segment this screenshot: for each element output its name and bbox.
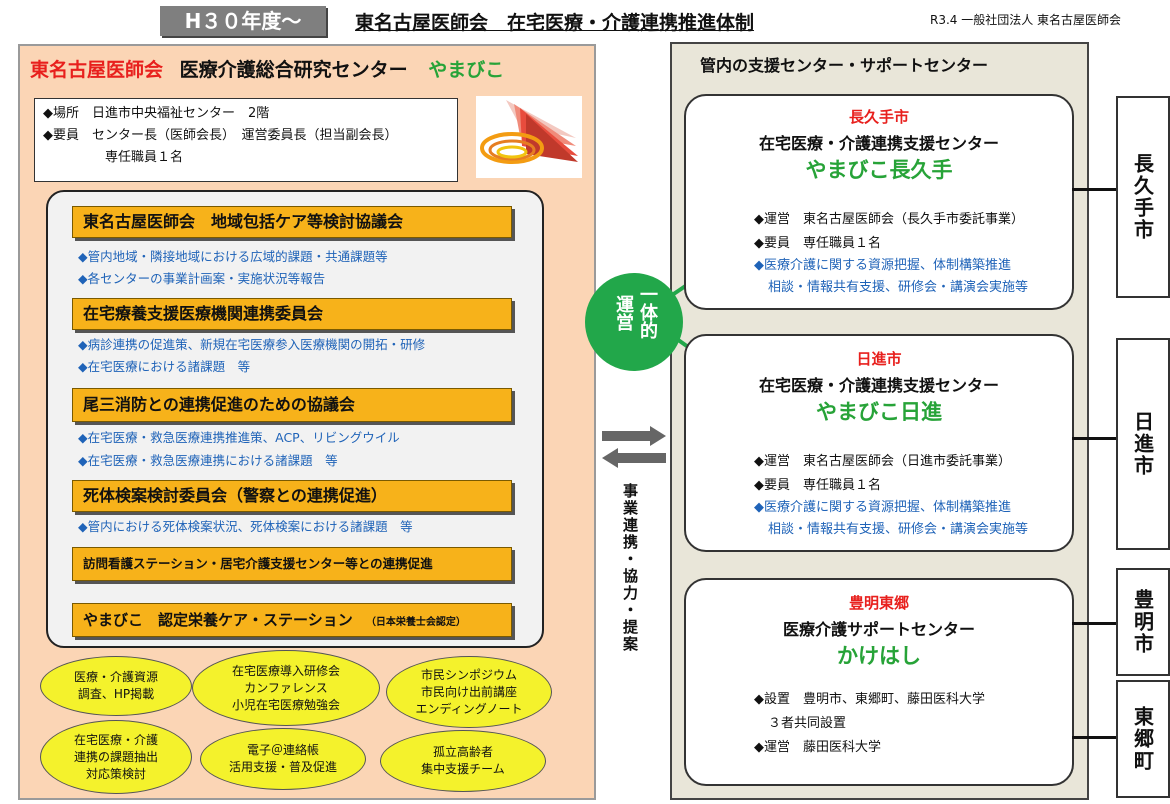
center-line: ◆要員 専任職員１名: [754, 236, 881, 251]
center-blue-line: ◆医療介護に関する資源把握、体制構築推進: [754, 258, 1011, 273]
info-box: ◆場所 日進市中央福祉センター 2階 ◆要員 センター長（医師会長） 運営委員長…: [34, 98, 458, 182]
support-center-nisshin: 日進市 在宅医療・介護連携支援センター やまびこ日進 ◆運営 東名古屋医師会（日…: [684, 334, 1074, 552]
activity-ellipse: 孤立高齢者 集中支援チーム: [380, 730, 546, 792]
circle-text-left: 運営: [613, 295, 634, 331]
side-label-nagakute: 長久手市: [1116, 96, 1170, 298]
committee-bullet: ◆各センターの事業計画案・実施状況等報告: [78, 271, 326, 286]
info-staff: ◆要員 センター長（医師会長） 運営委員長（担当副会長）: [43, 128, 398, 143]
committee-bar: 尾三消防との連携促進のための協議会: [72, 388, 512, 422]
activity-line: 連携の課題抽出: [73, 749, 158, 764]
committee-bullet: ◆在宅医療・救急医療連携推進策、ACP、リビングウイル: [78, 430, 400, 445]
activity-line: 在宅医療・介護: [73, 732, 158, 747]
activity-line: 孤立高齢者: [432, 745, 493, 759]
committee-bar: 在宅療養支援医療機関連携委員会: [72, 298, 512, 330]
activity-ellipse: 在宅医療・介護 連携の課題抽出 対応策検討: [40, 720, 192, 794]
committee-bullet: ◆在宅医療における諸課題 等: [78, 359, 251, 374]
info-staff-extra: 専任職員１名: [105, 150, 184, 165]
committee-bar: 死体検案検討委員会（警察との連携促進）: [72, 480, 512, 512]
year-badge: H３０年度～: [160, 6, 326, 36]
connector-line: [1072, 437, 1118, 440]
committee-bullet: ◆管内における死体検案状況、死体検案における諸課題 等: [78, 519, 413, 534]
connector-line: [1072, 188, 1118, 191]
committee-bar: 訪問看護ステーション・居宅介護支援センター等との連携促進: [72, 547, 512, 581]
side-label-nisshin: 日進市: [1116, 338, 1170, 550]
cooperation-label: 事業連携・協力・提案: [621, 483, 639, 653]
committee-bullet: ◆病診連携の促進策、新規在宅医療参入医療機関の開拓・研修: [78, 337, 426, 352]
activity-ellipse: 在宅医療導入研修会 カンファレンス 小児在宅医療勉強会: [192, 650, 380, 726]
support-center-nagakute: 長久手市 在宅医療・介護連携支援センター やまびこ長久手 ◆運営 東名古屋医師会…: [684, 94, 1074, 310]
side-label-toyoake: 豊明市: [1116, 568, 1170, 676]
center-blue-line: 相談・情報共有支援、研修会・講演会実施等: [768, 522, 1029, 537]
center-line: ◆要員 専任職員１名: [754, 478, 881, 493]
center-city: 長久手市: [848, 108, 909, 126]
activity-line: 医療・介護資源: [73, 670, 158, 684]
activity-line: 電子＠連絡帳: [246, 743, 319, 757]
activity-line: 市民シンポジウム: [420, 667, 517, 682]
nutrition-station-label: やまびこ 認定栄養ケア・ステーション: [83, 611, 353, 629]
circle-text-right: 一体的: [637, 285, 658, 339]
center-name: かけはし: [837, 644, 921, 668]
unified-operation-circle: 運営 一体的: [585, 273, 683, 371]
support-center-toyoake-togo: 豊明東郷 医療介護サポートセンター かけはし ◆設置 豊明市、東郷町、藤田医科大…: [684, 578, 1074, 786]
activity-line: 市民向け出前講座: [420, 684, 517, 699]
center-line: ◆運営 東名古屋医師会（日進市委託事業）: [754, 454, 1011, 469]
activity-line: 調査、HP掲載: [77, 687, 155, 701]
left-panel-title: 東名古屋医師会 医療介護総合研究センター やまびこ: [30, 55, 504, 82]
right-panel-title: 管内の支援センター・サポートセンター: [700, 56, 989, 75]
center-blue-line: ◆医療介護に関する資源把握、体制構築推進: [754, 500, 1011, 515]
org-name: 東名古屋医師会: [30, 59, 164, 81]
page-title: 東名古屋医師会 在宅医療・介護連携推進体制: [355, 12, 755, 34]
activity-ellipse: 電子＠連絡帳 活用支援・普及促進: [200, 728, 366, 790]
yamabiko-logo-icon: [476, 96, 582, 178]
committee-bar: 東名古屋医師会 地域包括ケア等検討協議会: [72, 206, 512, 238]
center-type: 在宅医療・介護連携支援センター: [758, 134, 999, 153]
activity-ellipse: 医療・介護資源 調査、HP掲載: [40, 656, 192, 716]
center-city: 日進市: [856, 350, 902, 368]
center-name: やまびこ日進: [816, 400, 942, 424]
info-location: ◆場所 日進市中央福祉センター 2階: [43, 106, 270, 121]
activity-line: 活用支援・普及促進: [228, 760, 337, 774]
center-city: 豊明東郷: [848, 594, 909, 612]
connector-line: [1072, 622, 1118, 625]
activity-ellipse: 市民シンポジウム 市民向け出前講座 エンディングノート: [386, 656, 552, 728]
center-line: ◆運営 藤田医科大学: [754, 740, 881, 755]
activity-line: カンファレンス: [244, 680, 328, 695]
nutrition-station-sub: （日本栄養士会認定）: [365, 617, 466, 628]
activity-line: エンディングノート: [415, 701, 523, 716]
center-nickname: やまびこ: [428, 59, 505, 81]
bidirectional-arrow-icon: [602, 426, 666, 468]
center-line: ◆運営 東名古屋医師会（長久手市委託事業）: [754, 212, 1024, 227]
center-name: 医療介護総合研究センター: [179, 59, 408, 81]
center-blue-line: 相談・情報共有支援、研修会・講演会実施等: [768, 280, 1029, 295]
center-type: 在宅医療・介護連携支援センター: [758, 376, 999, 395]
committee-bullet: ◆在宅医療・救急医療連携における諸課題 等: [78, 453, 338, 468]
center-line: ◆設置 豊明市、東郷町、藤田医科大学: [754, 692, 985, 707]
activity-line: 集中支援チーム: [421, 762, 505, 776]
activity-line: 対応策検討: [85, 766, 146, 781]
connector-line: [1072, 736, 1118, 739]
header-note: R3.4 一般社団法人 東名古屋医師会: [930, 13, 1122, 27]
committee-bullet: ◆管内地域・隣接地域における広域的課題・共通課題等: [78, 249, 388, 264]
center-line: ３者共同設置: [768, 716, 847, 731]
center-name: やまびこ長久手: [805, 158, 953, 182]
committee-bar: やまびこ 認定栄養ケア・ステーション （日本栄養士会認定）: [72, 603, 512, 637]
center-type: 医療介護サポートセンター: [782, 620, 975, 639]
activity-line: 小児在宅医療勉強会: [231, 697, 340, 712]
activity-line: 在宅医療導入研修会: [231, 663, 340, 678]
side-label-togo: 東郷町: [1116, 680, 1170, 798]
